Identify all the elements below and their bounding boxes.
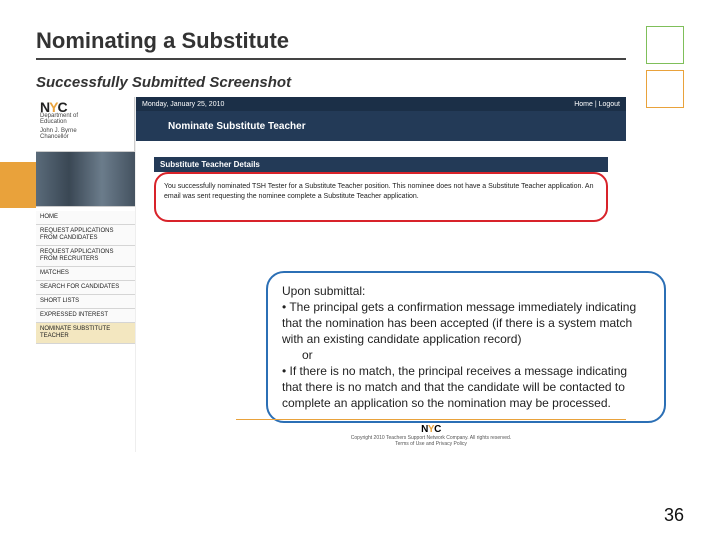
nav-item-home[interactable]: HOME [36, 211, 135, 225]
topbar-links[interactable]: Home | Logout [574, 101, 620, 108]
slide-subtitle: Successfully Submitted Screenshot [36, 74, 684, 91]
corner-square [646, 70, 684, 108]
sidebar-nav: HOME REQUEST APPLICATIONS FROM CANDIDATE… [36, 207, 135, 344]
nav-item-search[interactable]: SEARCH FOR CANDIDATES [36, 281, 135, 295]
nav-item-shortlists[interactable]: SHORT LISTS [36, 295, 135, 309]
logo-role: Chancellor [40, 134, 130, 140]
nav-item-matches[interactable]: MATCHES [36, 267, 135, 281]
topbar-date: Monday, January 25, 2010 [142, 101, 224, 108]
explanation-callout: Upon submittal: • The principal gets a c… [266, 271, 666, 423]
app-title-band: Nominate Substitute Teacher [136, 111, 626, 141]
callout-line: • If there is no match, the principal re… [282, 363, 650, 411]
slide-title: Nominating a Substitute [36, 28, 684, 54]
callout-line: Upon submittal: [282, 283, 650, 299]
embedded-screenshot: NYC Department of Education John J. Byrn… [36, 97, 626, 457]
nyc-logo-block: NYC Department of Education John J. Byrn… [36, 97, 135, 152]
sidebar-photo-strip [36, 152, 135, 207]
nav-item-nominate-substitute[interactable]: NOMINATE SUBSTITUTE TEACHER [36, 323, 135, 344]
success-message-box: You successfully nominated TSH Tester fo… [154, 172, 608, 222]
left-accent-bar [0, 162, 36, 208]
title-underline [36, 58, 626, 60]
nav-item-interest[interactable]: EXPRESSED INTEREST [36, 309, 135, 323]
nav-item-req-recruiters[interactable]: REQUEST APPLICATIONS FROM RECRUITERS [36, 246, 135, 267]
decorative-corner-squares [646, 26, 684, 114]
content-area: Substitute Teacher Details You successfu… [136, 141, 626, 452]
sidebar: NYC Department of Education John J. Byrn… [36, 97, 136, 452]
footer-legal: Terms of Use and Privacy Policy [236, 441, 626, 447]
corner-square [646, 26, 684, 64]
app-band-title: Nominate Substitute Teacher [168, 121, 306, 132]
callout-line: • The principal gets a confirmation mess… [282, 299, 650, 347]
logo-sub: Education [40, 119, 130, 125]
callout-line-or: or [302, 347, 650, 363]
footer-nyc-logo: NYC [236, 424, 626, 435]
app-footer: NYC Copyright 2010 Teachers Support Netw… [236, 419, 626, 447]
success-message-text: You successfully nominated TSH Tester fo… [164, 183, 593, 200]
nav-item-req-candidates[interactable]: REQUEST APPLICATIONS FROM CANDIDATES [36, 225, 135, 246]
page-number: 36 [664, 505, 684, 526]
nyc-logo: NYC [40, 101, 130, 113]
panel-header: Substitute Teacher Details [154, 157, 608, 172]
app-topbar: Monday, January 25, 2010 Home | Logout [136, 97, 626, 111]
